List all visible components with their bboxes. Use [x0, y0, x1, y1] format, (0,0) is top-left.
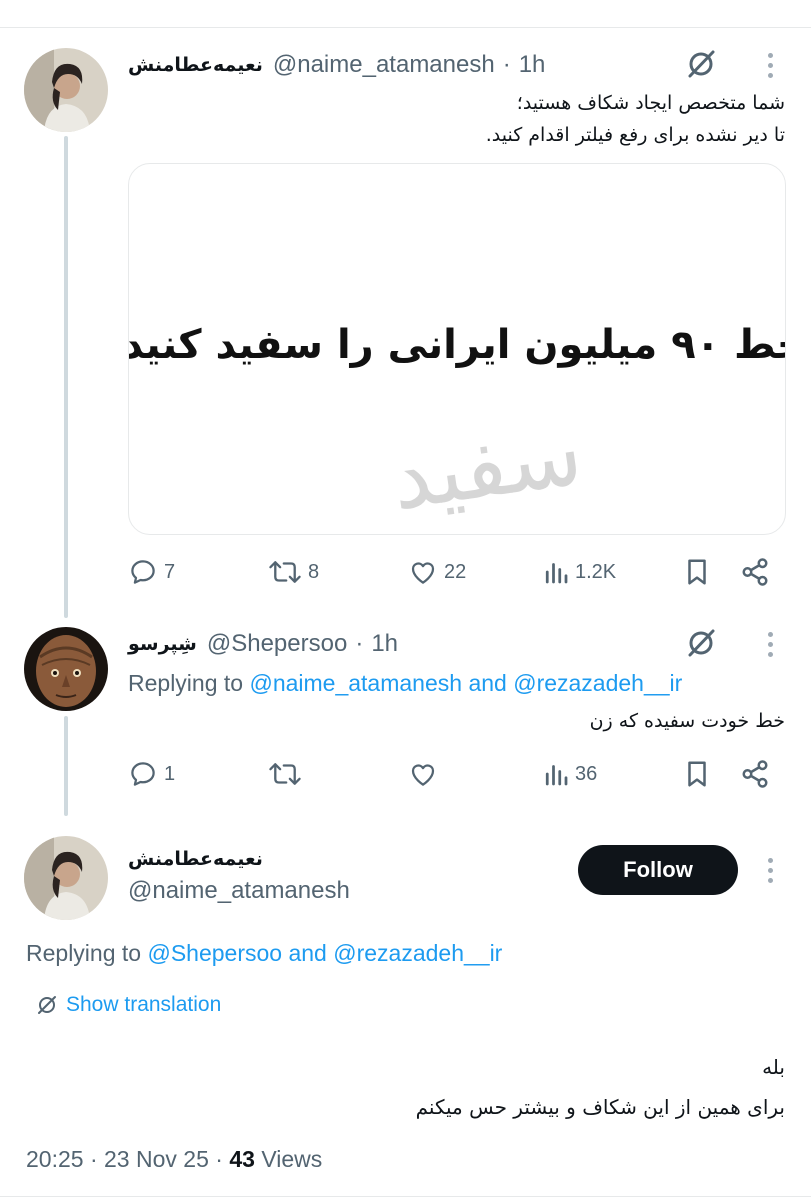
repost-button[interactable]: 8: [268, 555, 319, 589]
show-translation-link[interactable]: Show translation: [36, 990, 221, 1020]
share-icon: [742, 558, 768, 586]
image-headline-text: خط ۹۰ میلیون ایرانی را سفید کنید.: [129, 322, 785, 368]
image-watermark-text: سفید: [384, 401, 589, 530]
mention-link[interactable]: @rezazadeh__ir: [333, 940, 502, 966]
display-name[interactable]: شِپرسو: [128, 633, 197, 655]
repost-button[interactable]: [268, 757, 308, 791]
author-handle-row: @naime_atamanesh: [128, 874, 350, 908]
mention-link[interactable]: @Shepersoo: [147, 940, 282, 966]
more-icon[interactable]: [762, 627, 778, 661]
tweet-meta: 20:25 · 23 Nov 25 · 43 Views: [26, 1146, 322, 1173]
like-count: 22: [444, 560, 467, 583]
separator: ·: [355, 630, 364, 657]
tweet-media-image[interactable]: سفید خط ۹۰ میلیون ایرانی را سفید کنید.: [128, 163, 786, 535]
more-icon[interactable]: [762, 48, 778, 82]
tweet-text-line: بله: [762, 1055, 785, 1079]
reply-icon: [131, 560, 155, 584]
heart-icon: [411, 764, 435, 786]
user-handle[interactable]: @naime_atamanesh: [128, 877, 350, 905]
heart-icon: [411, 562, 435, 584]
grok-icon[interactable]: [684, 47, 718, 81]
thread-connector: [64, 716, 68, 816]
display-name[interactable]: نعیمه‌عطامنش: [128, 848, 263, 870]
reply-button[interactable]: 1: [128, 757, 175, 791]
views-label: Views: [261, 1146, 323, 1172]
separator: ·: [215, 1146, 223, 1172]
like-button[interactable]: 22: [408, 555, 466, 589]
tweet-actions: 7 8 22 1.2K: [128, 555, 778, 589]
tweet-header: شِپرسو @Shepersoo · 1h: [128, 627, 398, 661]
reply-count: 7: [164, 560, 176, 583]
repost-icon: [269, 561, 301, 583]
repost-icon: [269, 763, 301, 785]
reply-icon: [131, 762, 155, 786]
replying-prefix: Replying to: [26, 940, 142, 966]
translate-icon: [38, 996, 56, 1014]
author-name-row: نعیمه‌عطامنش: [128, 842, 273, 876]
bookmark-button[interactable]: [684, 757, 710, 791]
views-count: 43: [229, 1146, 255, 1172]
tweet-text-line: شما متخصص ایجاد شکاف هستید؛: [516, 92, 785, 114]
timestamp[interactable]: 1h: [371, 630, 398, 658]
separator: ·: [502, 51, 511, 78]
views-count: 1.2K: [575, 560, 617, 583]
views-button[interactable]: 36: [543, 757, 597, 791]
reply-button[interactable]: 7: [128, 555, 175, 589]
tweet-text-line: تا دیر نشده برای رفع فیلتر اقدام کنید.: [485, 124, 785, 146]
user-handle[interactable]: @Shepersoo: [207, 630, 347, 658]
follow-button[interactable]: Follow: [578, 845, 738, 895]
mention-link[interactable]: @rezazadeh__ir: [513, 670, 682, 696]
tweet-text-line: برای همین از این شکاف و بیشتر حس میکنم: [415, 1095, 785, 1119]
user-handle[interactable]: @naime_atamanesh: [273, 51, 495, 79]
like-button[interactable]: [408, 757, 444, 791]
bookmark-icon: [688, 761, 706, 787]
views-icon: [545, 563, 568, 584]
mention-and[interactable]: and: [288, 940, 326, 966]
share-button[interactable]: [740, 757, 770, 791]
display-name[interactable]: نعیمه‌عطامنش: [128, 54, 263, 76]
separator: ·: [89, 1146, 98, 1172]
reply-count: 1: [164, 762, 176, 785]
bookmark-button[interactable]: [684, 555, 710, 589]
replying-to: Replying to @naime_atamanesh and @rezaza…: [128, 670, 682, 697]
mention-and[interactable]: and: [468, 670, 506, 696]
tweet-header: نعیمه‌عطامنش @naime_atamanesh · 1h: [128, 48, 545, 82]
tweet-date[interactable]: 23 Nov 25: [104, 1146, 209, 1172]
tweet-text: خط خودت سفیده که زن: [589, 710, 785, 732]
replying-prefix: Replying to: [128, 670, 244, 696]
bottom-divider: [0, 1196, 811, 1197]
mention-link[interactable]: @naime_atamanesh: [249, 670, 462, 696]
grok-icon[interactable]: [684, 626, 718, 660]
timestamp[interactable]: 1h: [519, 51, 546, 79]
share-button[interactable]: [740, 555, 770, 589]
tweet-time[interactable]: 20:25: [26, 1146, 84, 1172]
thread-connector: [64, 136, 68, 618]
tweet-actions: 1 36: [128, 757, 778, 791]
avatar[interactable]: [24, 836, 108, 920]
avatar[interactable]: [24, 48, 108, 132]
show-translation-label: Show translation: [66, 993, 222, 1016]
more-icon[interactable]: [762, 853, 778, 887]
replying-to: Replying to @Shepersoo and @rezazadeh__i…: [26, 940, 502, 967]
views-count: 36: [575, 762, 598, 785]
repost-count: 8: [308, 560, 320, 583]
bookmark-icon: [688, 559, 706, 585]
top-divider: [0, 27, 811, 28]
share-icon: [742, 760, 768, 788]
views-button[interactable]: 1.2K: [543, 555, 616, 589]
views-icon: [545, 765, 568, 786]
avatar[interactable]: [24, 627, 108, 711]
